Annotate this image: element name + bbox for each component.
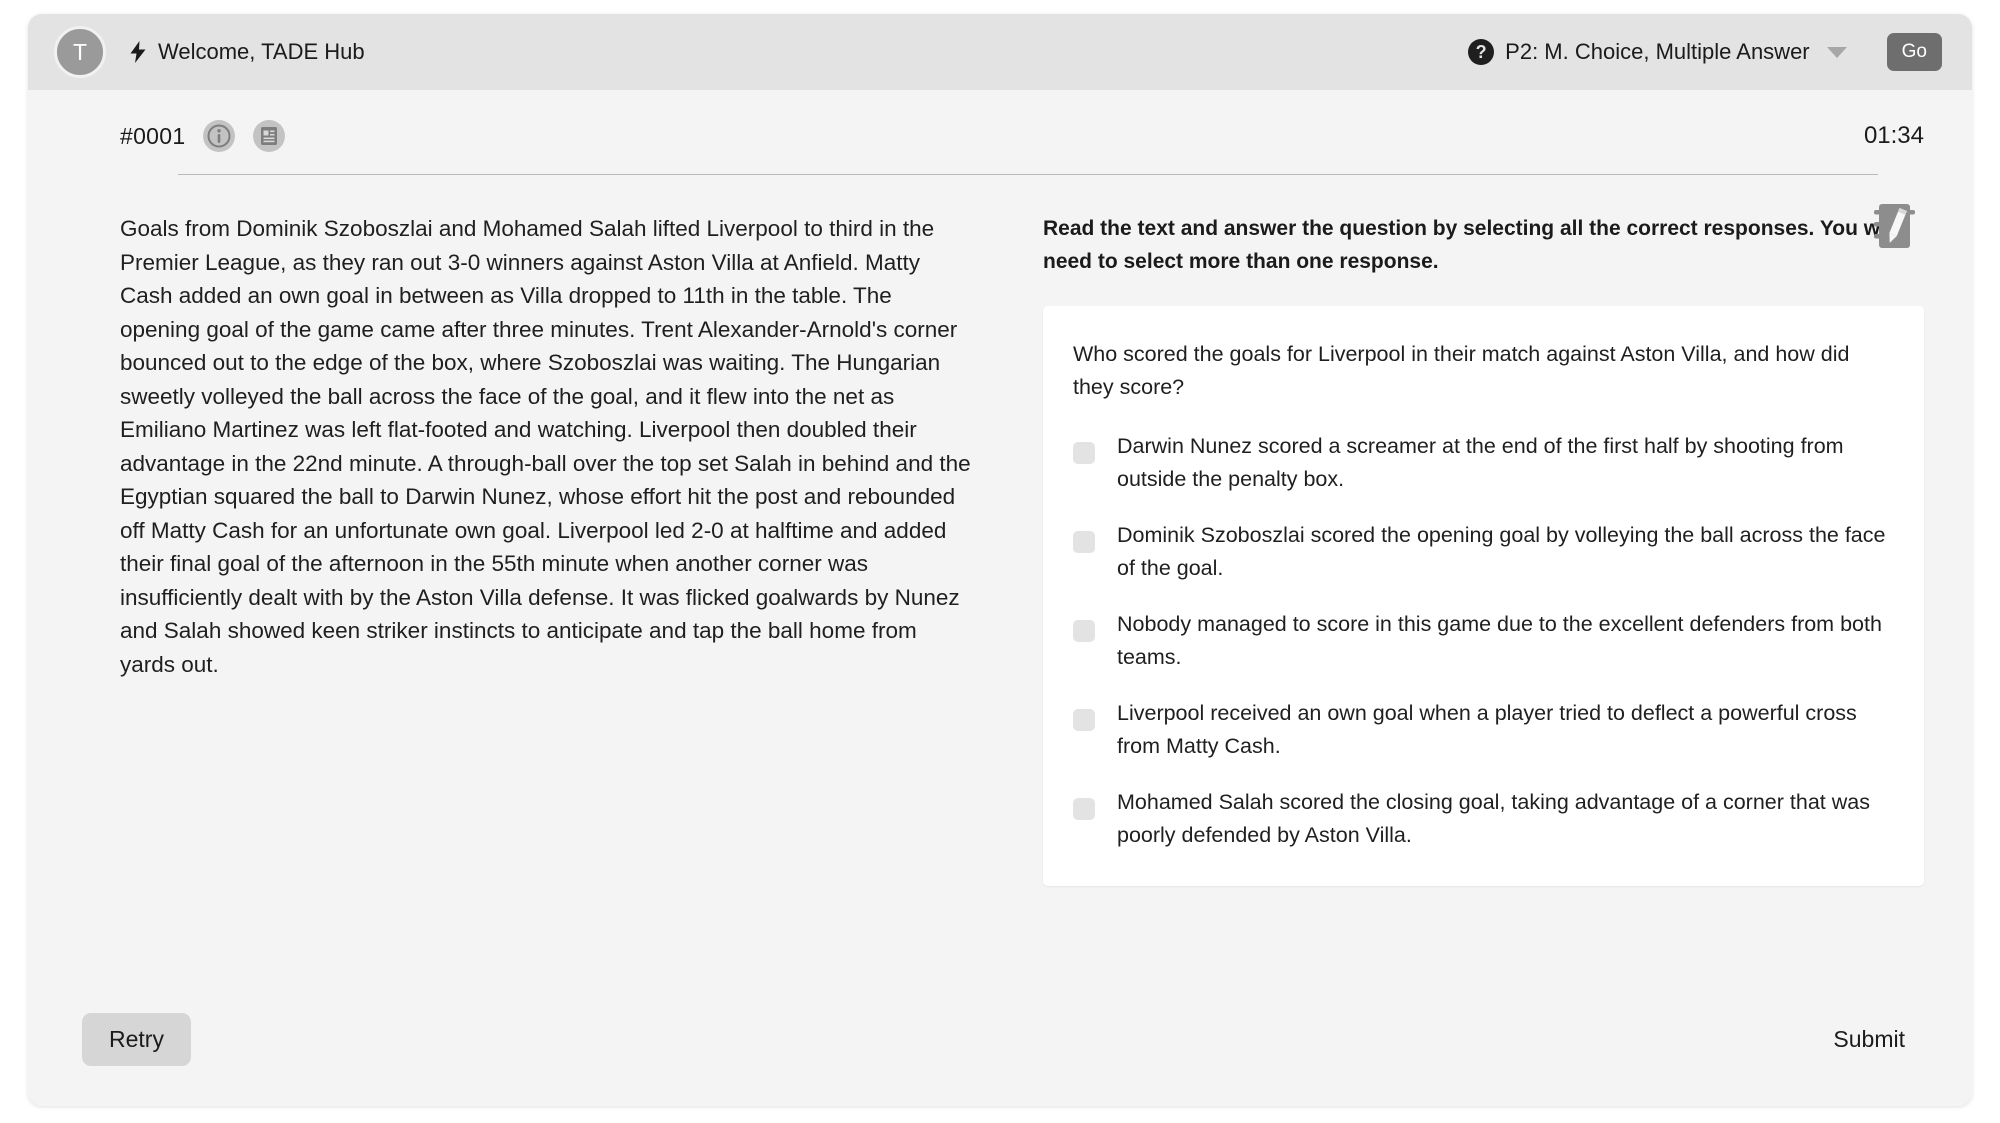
option-checkbox[interactable]	[1073, 531, 1095, 553]
option-row[interactable]: Nobody managed to score in this game due…	[1073, 608, 1894, 674]
option-label: Dominik Szoboszlai scored the opening go…	[1117, 523, 1886, 580]
passage-column: Goals from Dominik Szoboszlai and Mohame…	[120, 212, 975, 969]
option-checkbox[interactable]	[1073, 620, 1095, 642]
option-row[interactable]: Mohamed Salah scored the closing goal, t…	[1073, 786, 1894, 852]
question-mark-icon[interactable]: ?	[1468, 39, 1495, 65]
info-icon[interactable]	[203, 120, 236, 152]
bolt-icon	[128, 41, 148, 63]
chevron-down-icon[interactable]	[1826, 46, 1847, 58]
question-prompt: Who scored the goals for Liverpool in th…	[1073, 342, 1850, 399]
submit-button[interactable]: Submit	[1806, 1013, 1932, 1066]
option-row[interactable]: Liverpool received an own goal when a pl…	[1073, 697, 1894, 763]
document-icon[interactable]	[253, 120, 286, 152]
option-checkbox[interactable]	[1073, 709, 1095, 731]
option-row[interactable]: Dominik Szoboszlai scored the opening go…	[1073, 519, 1894, 585]
option-checkbox[interactable]	[1073, 798, 1095, 820]
question-card: Who scored the goals for Liverpool in th…	[1043, 306, 1924, 886]
footer-bar: Retry Submit	[28, 1013, 1972, 1106]
question-column: Read the text and answer the question by…	[1043, 212, 1924, 969]
question-meta-row: #0001 01:34	[28, 90, 1972, 152]
welcome-block: Welcome, TADE Hub	[128, 39, 365, 65]
app-window: T Welcome, TADE Hub ? P2: M. Choice, Mul…	[28, 14, 1972, 1106]
option-label: Nobody managed to score in this game due…	[1117, 612, 1882, 669]
mode-select-label: P2: M. Choice, Multiple Answer	[1505, 39, 1810, 64]
welcome-text: Welcome, TADE Hub	[158, 39, 365, 64]
option-checkbox[interactable]	[1073, 442, 1095, 464]
divider-row	[28, 174, 1972, 248]
top-bar: T Welcome, TADE Hub ? P2: M. Choice, Mul…	[28, 14, 1972, 90]
avatar[interactable]: T	[54, 26, 106, 78]
instruction-text: Read the text and answer the question by…	[1043, 217, 1898, 273]
passage-text: Goals from Dominik Szoboszlai and Mohame…	[120, 216, 971, 677]
avatar-initial: T	[72, 38, 88, 65]
option-row[interactable]: Darwin Nunez scored a screamer at the en…	[1073, 430, 1894, 496]
timer: 01:34	[1863, 122, 1924, 149]
option-label: Darwin Nunez scored a screamer at the en…	[1117, 434, 1844, 491]
divider	[178, 174, 1878, 175]
option-label: Liverpool received an own goal when a pl…	[1117, 701, 1857, 758]
go-button[interactable]: Go	[1886, 33, 1942, 71]
option-label: Mohamed Salah scored the closing goal, t…	[1117, 790, 1870, 847]
question-number: #0001	[120, 122, 186, 149]
retry-button[interactable]: Retry	[82, 1013, 191, 1066]
notepad-pencil-icon[interactable]	[1870, 200, 1920, 252]
mode-select[interactable]: ? P2: M. Choice, Multiple Answer	[1468, 39, 1847, 65]
content-area: Goals from Dominik Szoboszlai and Mohame…	[28, 176, 1972, 969]
